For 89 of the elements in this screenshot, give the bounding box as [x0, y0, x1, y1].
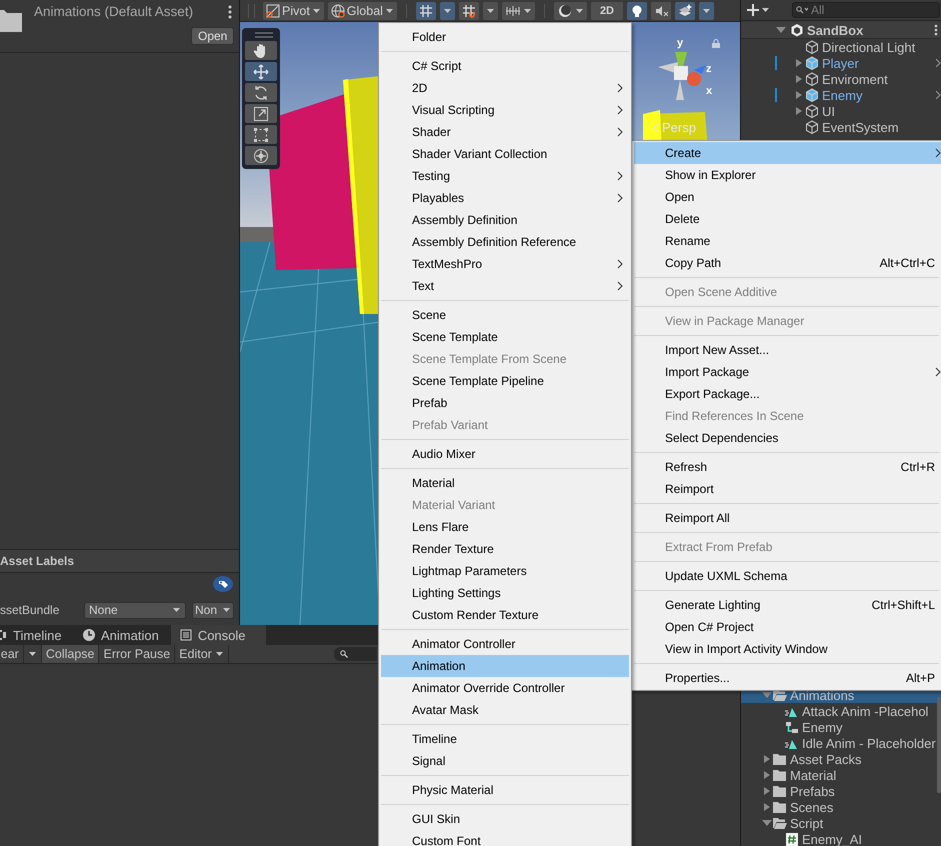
menu-item[interactable]: Shader — [381, 121, 629, 143]
object-name[interactable]: Directional Light — [822, 40, 916, 54]
menu-item[interactable]: Select Dependencies — [634, 427, 941, 449]
panel-tab[interactable]: Animation — [80, 625, 171, 645]
asset-row[interactable]: Asset Packs — [741, 751, 941, 767]
toolbar-button[interactable]: Error Pause — [99, 645, 176, 663]
menu-item[interactable]: Avatar Mask — [381, 699, 629, 721]
shortcut-label: Ctrl+R — [900, 460, 935, 474]
menu-item[interactable]: View in Import Activity Window — [634, 638, 941, 660]
asset-row[interactable]: Enemy — [741, 719, 941, 735]
menu-item[interactable]: Assembly Definition Reference — [381, 231, 629, 253]
object-name[interactable]: Enviroment — [822, 72, 888, 86]
menu-item[interactable]: Custom Render Texture — [381, 604, 629, 626]
pivot-dropdown[interactable]: Pivot — [263, 2, 324, 20]
variant-dropdown[interactable]: Non — [192, 602, 234, 618]
menu-item[interactable]: Reimport All — [634, 507, 941, 529]
menu-item[interactable]: Import Package — [634, 361, 941, 383]
shortcut-label: Alt+P — [906, 671, 935, 685]
menu-item[interactable]: Generate Lighting Ctrl+Shift+L — [634, 594, 941, 616]
asset-row[interactable]: Scenes — [741, 799, 941, 815]
menu-item[interactable]: Create — [634, 142, 941, 164]
section-header: Asset Labels — [0, 549, 239, 573]
mode-2d-button[interactable]: 2D — [590, 2, 623, 20]
search-field[interactable]: All — [792, 2, 940, 18]
menu-item[interactable]: TextMeshPro — [381, 253, 629, 275]
menu-item[interactable]: Copy Path Alt+Ctrl+C — [634, 252, 941, 274]
axis-label: z — [706, 63, 712, 75]
menu-item[interactable]: Properties... Alt+P — [634, 667, 941, 689]
panel-tab[interactable]: Timeline — [0, 625, 80, 645]
global-dropdown[interactable]: Global — [328, 2, 397, 20]
menu-item[interactable]: Text — [381, 275, 629, 297]
menu-item[interactable]: Render Texture — [381, 538, 629, 560]
menu-item[interactable]: Update UXML Schema — [634, 565, 941, 587]
menu-item[interactable]: Playables — [381, 187, 629, 209]
menu-item[interactable]: Animator Controller — [381, 633, 629, 655]
menu-item[interactable]: Open C# Project — [634, 616, 941, 638]
field-label: ssetBundle — [0, 603, 60, 617]
menu-item[interactable]: Export Package... — [634, 383, 941, 405]
menu-item[interactable]: GUI Skin — [381, 808, 629, 830]
menu-item[interactable]: Reimport — [634, 478, 941, 500]
shortcut-label: Alt+Ctrl+C — [880, 256, 935, 270]
menu-item[interactable]: Show in Explorer — [634, 164, 941, 186]
menu-item[interactable]: Rename — [634, 230, 941, 252]
menu-item[interactable]: Audio Mixer — [381, 443, 629, 465]
panel-tab[interactable]: Console — [170, 625, 266, 645]
menu-item[interactable]: Refresh Ctrl+R — [634, 456, 941, 478]
editor-dropdown[interactable]: Editor — [175, 645, 229, 663]
shortcut-label: Ctrl+Shift+L — [872, 598, 935, 612]
menu-item[interactable]: Delete — [634, 208, 941, 230]
menu-item[interactable]: Assembly Definition — [381, 209, 629, 231]
menu-item[interactable]: Scene — [381, 304, 629, 326]
toolbar-button[interactable]: Collapse — [42, 645, 100, 663]
menu-item[interactable]: Open — [634, 186, 941, 208]
toolbar-button[interactable]: lear — [0, 645, 24, 663]
object-name[interactable]: Player — [822, 56, 859, 70]
menu-item[interactable]: Visual Scripting — [381, 99, 629, 121]
menu-item[interactable]: Shader Variant Collection — [381, 143, 629, 165]
menu-item[interactable]: Custom Font — [381, 830, 629, 846]
object-name[interactable]: Enemy — [822, 88, 862, 102]
open-button[interactable]: Open — [191, 27, 234, 45]
asset-row[interactable]: Material — [741, 767, 941, 783]
menu-item[interactable]: Folder — [381, 26, 629, 48]
asset-row[interactable]: Idle Anim - Placeholder — [741, 735, 941, 751]
menu-item[interactable]: Physic Material — [381, 779, 629, 801]
menu-item[interactable]: Lighting Settings — [381, 582, 629, 604]
menu-item[interactable]: Timeline — [381, 728, 629, 750]
axis-label: x — [706, 85, 712, 97]
menu-item[interactable]: Lightmap Parameters — [381, 560, 629, 582]
menu-item[interactable]: Animation — [381, 655, 629, 677]
asset-row[interactable]: Enemy_AI — [741, 831, 941, 846]
asset-title: Animations (Default Asset) — [34, 4, 194, 19]
bundle-dropdown[interactable]: None — [84, 602, 186, 618]
object-name[interactable]: EventSystem — [822, 120, 899, 134]
menu-item[interactable]: Scene Template — [381, 326, 629, 348]
menu-item[interactable]: Animator Override Controller — [381, 677, 629, 699]
menu-item[interactable]: Material — [381, 472, 629, 494]
menu-item[interactable]: Signal — [381, 750, 629, 772]
asset-row[interactable]: Attack Anim -Placehol — [741, 703, 941, 719]
menu-item[interactable]: Scene Template Pipeline — [381, 370, 629, 392]
asset-row[interactable]: Prefabs — [741, 783, 941, 799]
menu-item[interactable]: Testing — [381, 165, 629, 187]
asset-row[interactable]: Script — [741, 815, 941, 831]
menu-item[interactable]: 2D — [381, 77, 629, 99]
menu-item[interactable]: Lens Flare — [381, 516, 629, 538]
menu-item[interactable]: Import New Asset... — [634, 339, 941, 361]
object-name[interactable]: UI — [822, 104, 835, 118]
menu-item[interactable]: Prefab — [381, 392, 629, 414]
menu-item[interactable]: C# Script — [381, 55, 629, 77]
axis-label: y — [677, 37, 684, 49]
